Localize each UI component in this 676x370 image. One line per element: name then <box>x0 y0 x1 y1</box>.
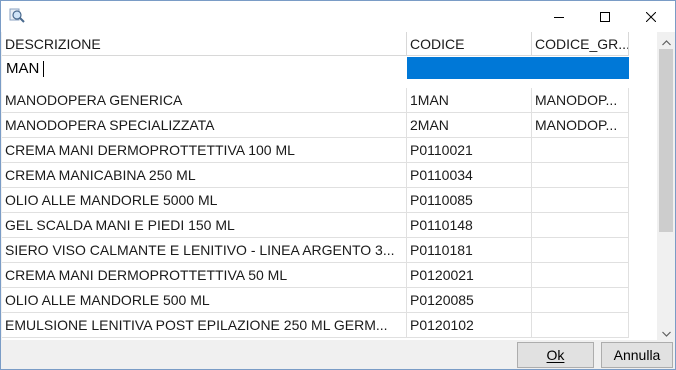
ok-button-label: Ok <box>546 347 565 363</box>
cell-codice-gr <box>532 263 629 288</box>
scrollbar-thumb[interactable] <box>659 49 673 232</box>
lookup-dialog: DESCRIZIONE CODICE CODICE_GR... MAN MANO… <box>0 0 676 370</box>
magnifier-icon <box>9 8 25 24</box>
cell-codice: P0110085 <box>407 188 532 213</box>
cell-descrizione: CREMA MANI DERMOPROTTETTIVA 50 ML <box>2 263 407 288</box>
column-header-descrizione[interactable]: DESCRIZIONE <box>2 32 407 56</box>
cell-descrizione: OLIO ALLE MANDORLE 500 ML <box>2 288 407 313</box>
minimize-button[interactable] <box>536 1 582 32</box>
cell-descrizione: MANODOPERA SPECIALIZZATA <box>2 113 407 138</box>
grid-header: DESCRIZIONE CODICE CODICE_GR... <box>2 32 657 56</box>
cell-codice: P0120021 <box>407 263 532 288</box>
cell-codice: 1MAN <box>407 88 532 113</box>
cell-codice-gr <box>532 288 629 313</box>
cancel-button[interactable]: Annulla <box>601 342 673 368</box>
chevron-up-icon <box>661 33 671 49</box>
chevron-down-icon <box>661 324 671 340</box>
vertical-scrollbar[interactable] <box>657 32 675 340</box>
cell-descrizione: OLIO ALLE MANDORLE 5000 ML <box>2 188 407 213</box>
cell-codice-gr: MANODOP... <box>532 88 629 113</box>
close-icon <box>645 9 657 25</box>
scroll-up-button[interactable] <box>657 32 675 49</box>
cell-codice-gr <box>532 213 629 238</box>
cell-codice-gr <box>532 138 629 163</box>
descrizione-filter-input[interactable]: MAN <box>2 56 407 82</box>
cell-codice: P0120085 <box>407 288 532 313</box>
table-row[interactable]: SIERO VISO CALMANTE E LENITIVO - LINEA A… <box>2 238 629 263</box>
cell-codice: P0110021 <box>407 138 532 163</box>
filter-row: MAN <box>2 56 629 82</box>
column-header-codice[interactable]: CODICE <box>407 32 532 56</box>
cell-descrizione: CREMA MANI DERMOPROTTETTIVA 100 ML <box>2 138 407 163</box>
close-button[interactable] <box>628 1 674 32</box>
table-row[interactable]: OLIO ALLE MANDORLE 500 ML P0120085 <box>2 288 629 313</box>
cell-codice: 2MAN <box>407 113 532 138</box>
cell-descrizione: SIERO VISO CALMANTE E LENITIVO - LINEA A… <box>2 238 407 263</box>
scroll-down-button[interactable] <box>657 323 675 340</box>
cell-codice-gr <box>532 313 629 338</box>
cell-descrizione: MANODOPERA GENERICA <box>2 88 407 113</box>
cell-codice: P0110148 <box>407 213 532 238</box>
table-row[interactable]: CREMA MANI DERMOPROTTETTIVA 50 ML P01200… <box>2 263 629 288</box>
codice-filter-input[interactable] <box>407 57 629 79</box>
cell-codice-gr: MANODOP... <box>532 113 629 138</box>
button-bar: Ok Annulla <box>1 340 675 369</box>
table-row[interactable]: CREMA MANI DERMOPROTTETTIVA 100 ML P0110… <box>2 138 629 163</box>
table-row[interactable]: GEL SCALDA MANI E PIEDI 150 ML P0110148 <box>2 213 629 238</box>
text-cursor <box>43 61 44 77</box>
cell-descrizione: GEL SCALDA MANI E PIEDI 150 ML <box>2 213 407 238</box>
cell-descrizione: EMULSIONE LENITIVA POST EPILAZIONE 250 M… <box>2 313 407 338</box>
table-row[interactable]: OLIO ALLE MANDORLE 5000 ML P0110085 <box>2 188 629 213</box>
column-header-codice-gr[interactable]: CODICE_GR... <box>532 32 629 56</box>
table-row[interactable]: MANODOPERA GENERICA 1MAN MANODOP... <box>2 88 629 113</box>
cell-codice-gr <box>532 188 629 213</box>
results-grid: DESCRIZIONE CODICE CODICE_GR... MAN MANO… <box>2 32 657 340</box>
maximize-icon <box>600 9 610 25</box>
cell-codice: P0110181 <box>407 238 532 263</box>
minimize-icon <box>554 9 564 25</box>
cell-codice: P0110034 <box>407 163 532 188</box>
cell-codice-gr <box>532 163 629 188</box>
table-row[interactable]: CREMA MANICABINA 250 ML P0110034 <box>2 163 629 188</box>
cell-codice-gr <box>532 238 629 263</box>
title-bar[interactable] <box>1 1 675 32</box>
ok-button[interactable]: Ok <box>517 342 594 368</box>
table-row[interactable]: EMULSIONE LENITIVA POST EPILAZIONE 250 M… <box>2 313 629 338</box>
table-row[interactable]: MANODOPERA SPECIALIZZATA 2MAN MANODOP... <box>2 113 629 138</box>
cell-codice: P0120102 <box>407 313 532 338</box>
maximize-button[interactable] <box>582 1 628 32</box>
cell-descrizione: CREMA MANICABINA 250 ML <box>2 163 407 188</box>
